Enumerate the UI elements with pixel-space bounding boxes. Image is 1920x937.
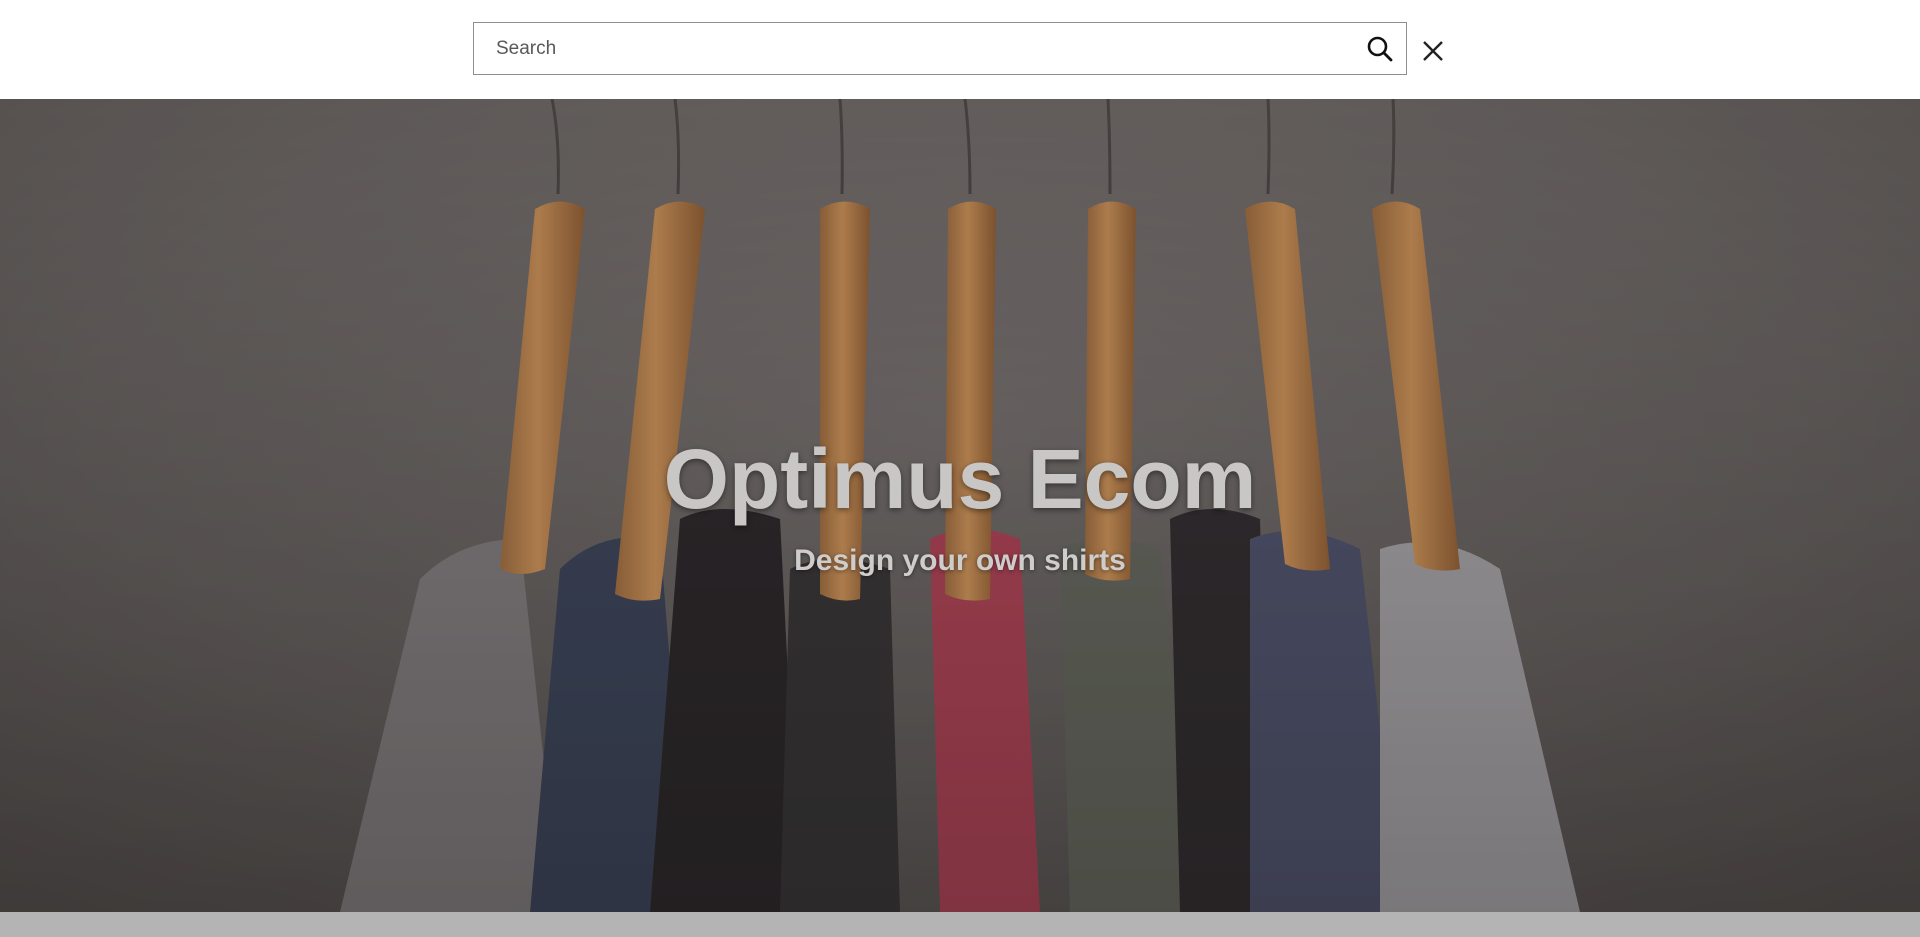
bottom-strip xyxy=(0,912,1920,937)
hero-subtitle: Design your own shirts xyxy=(794,544,1126,577)
hero-title: Optimus Ecom xyxy=(663,432,1257,526)
search-input[interactable] xyxy=(474,23,1334,74)
search-drawer xyxy=(0,0,1920,99)
search-form xyxy=(473,22,1407,75)
close-icon[interactable] xyxy=(1418,36,1448,66)
hero-text: Optimus Ecom Design your own shirts xyxy=(0,429,1920,581)
search-icon[interactable] xyxy=(1366,35,1394,63)
hero-banner: Optimus Ecom Design your own shirts xyxy=(0,99,1920,912)
